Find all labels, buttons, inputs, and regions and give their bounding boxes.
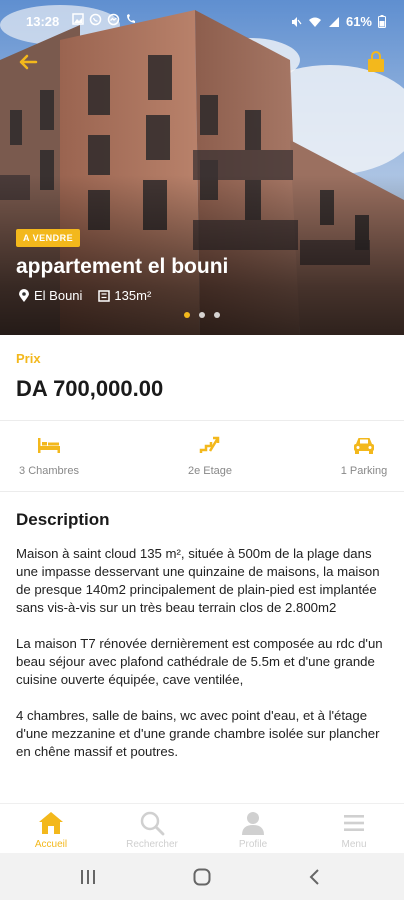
bed-icon xyxy=(38,438,60,453)
messenger-icon xyxy=(107,13,120,26)
property-location: El Bouni xyxy=(34,288,83,303)
description-paragraph: Maison à saint cloud 135 m², située à 50… xyxy=(16,546,380,615)
stairs-icon xyxy=(199,436,220,453)
carousel-dot-active[interactable] xyxy=(184,312,190,318)
feature-floor: 2e Etage xyxy=(150,421,270,477)
recent-apps-icon[interactable] xyxy=(78,867,98,887)
battery-icon xyxy=(378,15,386,28)
feature-label: 3 Chambres xyxy=(19,465,79,477)
mute-icon xyxy=(291,16,302,27)
back-arrow-icon[interactable] xyxy=(16,50,40,74)
nav-search[interactable]: Rechercher xyxy=(117,810,187,850)
status-system-icons: 61% xyxy=(290,14,386,29)
nav-home[interactable]: Accueil xyxy=(16,810,86,850)
carousel-indicator[interactable] xyxy=(184,312,220,318)
feature-bedrooms: 3 Chambres xyxy=(0,421,109,477)
feature-label: 2e Etage xyxy=(187,465,233,477)
phone-icon xyxy=(127,14,135,23)
status-bar: 13:28 61% xyxy=(0,12,404,34)
back-button-icon[interactable] xyxy=(305,867,325,887)
carousel-dot[interactable] xyxy=(199,312,205,318)
nav-menu[interactable]: Menu xyxy=(319,810,389,850)
battery-level: 61% xyxy=(345,14,372,29)
feature-parking: 1 Parking xyxy=(304,421,404,477)
signal-icon xyxy=(328,16,339,27)
divider xyxy=(0,491,404,492)
nav-label: Accueil xyxy=(34,839,68,850)
area-icon xyxy=(98,289,111,302)
description-paragraph: 4 chambres, salle de bains, wc avec poin… xyxy=(16,708,380,759)
home-button-icon[interactable] xyxy=(192,867,212,887)
status-badge: A VENDRE xyxy=(16,229,81,247)
description-paragraph: La maison T7 rénovée dernièrement est co… xyxy=(16,636,383,687)
nav-profile[interactable]: Profile xyxy=(218,810,288,850)
description-body: Maison à saint cloud 135 m², située à 50… xyxy=(16,545,392,779)
image-icon xyxy=(72,13,84,25)
bottom-navigation: Accueil Rechercher Profile Menu xyxy=(0,803,404,853)
status-notification-icons xyxy=(72,13,137,26)
status-time: 13:28 xyxy=(26,14,60,29)
property-photo-carousel[interactable] xyxy=(0,0,404,335)
menu-icon xyxy=(344,815,364,831)
system-navigation-bar xyxy=(0,853,404,900)
profile-icon xyxy=(242,812,264,835)
nav-label: Menu xyxy=(341,839,367,850)
nav-label: Profile xyxy=(238,839,268,850)
whatsapp-icon xyxy=(89,13,102,26)
carousel-dot[interactable] xyxy=(214,312,220,318)
wifi-icon xyxy=(308,17,321,27)
location-pin-icon xyxy=(19,288,29,302)
property-meta: El Bouni 135m² xyxy=(18,288,151,303)
feature-label: 1 Parking xyxy=(340,465,388,477)
description-title: Description xyxy=(16,510,110,529)
home-icon xyxy=(39,812,63,834)
price-value: DA 700,000.00 xyxy=(16,376,164,401)
search-icon xyxy=(140,811,165,836)
property-title: appartement el bouni xyxy=(16,255,229,278)
property-area: 135m² xyxy=(114,288,152,303)
shopping-bag-icon[interactable] xyxy=(364,50,388,74)
property-features: 3 Chambres 2e Etage 1 Parking xyxy=(0,421,404,491)
car-icon xyxy=(354,438,374,454)
nav-label: Rechercher xyxy=(126,839,178,850)
price-label: Prix xyxy=(16,351,41,366)
